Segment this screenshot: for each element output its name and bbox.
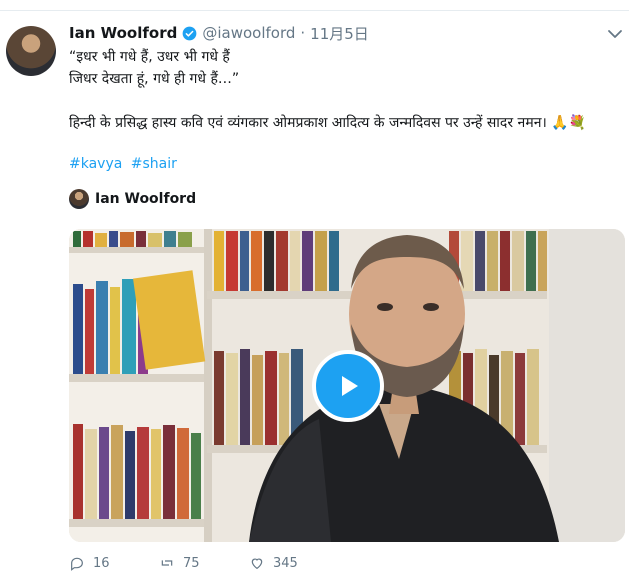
- reply-count: 16: [93, 555, 110, 571]
- tweet-line-1: “इधर भी गधे हैं, उधर भी गधे हैं: [69, 49, 230, 65]
- retweet-button[interactable]: 75: [159, 555, 249, 571]
- video-player[interactable]: [69, 229, 625, 542]
- tweet-date[interactable]: 11月5日: [310, 23, 369, 44]
- author-name[interactable]: Ian Woolford: [69, 24, 177, 42]
- tweet-header: Ian Woolford @iawoolford · 11月5日: [69, 22, 369, 44]
- retweet-count: 75: [183, 555, 200, 571]
- reply-icon: [71, 557, 83, 571]
- play-button[interactable]: [312, 350, 384, 422]
- embedded-author-name: Ian Woolford: [95, 191, 197, 207]
- author-avatar[interactable]: [6, 26, 56, 76]
- tweet-line-2: जिधर देखता हूं, गधे ही गधे हैं…”: [69, 71, 240, 87]
- tweet-actions: 16 75 345: [69, 555, 339, 571]
- play-icon: [342, 376, 358, 396]
- top-divider: [0, 10, 629, 11]
- tweet-line-3: हिन्दी के प्रसिद्ध हास्य कवि एवं व्यंगका…: [69, 115, 587, 131]
- hashtag-kavya[interactable]: #kavya: [69, 156, 122, 172]
- reply-button[interactable]: 16: [69, 555, 159, 571]
- header-separator: ·: [300, 24, 306, 42]
- like-count: 345: [273, 555, 298, 571]
- author-handle[interactable]: @iawoolford: [202, 24, 295, 42]
- hashtag-shair[interactable]: #shair: [131, 156, 177, 172]
- embedded-author-avatar: [69, 189, 89, 209]
- tweet-text: “इधर भी गधे हैं, उधर भी गधे हैं जिधर देख…: [69, 46, 625, 134]
- retweet-icon: [161, 560, 173, 566]
- like-button[interactable]: 345: [249, 555, 339, 571]
- chevron-down-icon[interactable]: [605, 26, 625, 42]
- embedded-author[interactable]: Ian Woolford: [69, 189, 196, 209]
- hashtags: #kavya #shair: [69, 156, 181, 172]
- heart-icon: [251, 558, 263, 570]
- verified-badge-icon: [182, 26, 197, 40]
